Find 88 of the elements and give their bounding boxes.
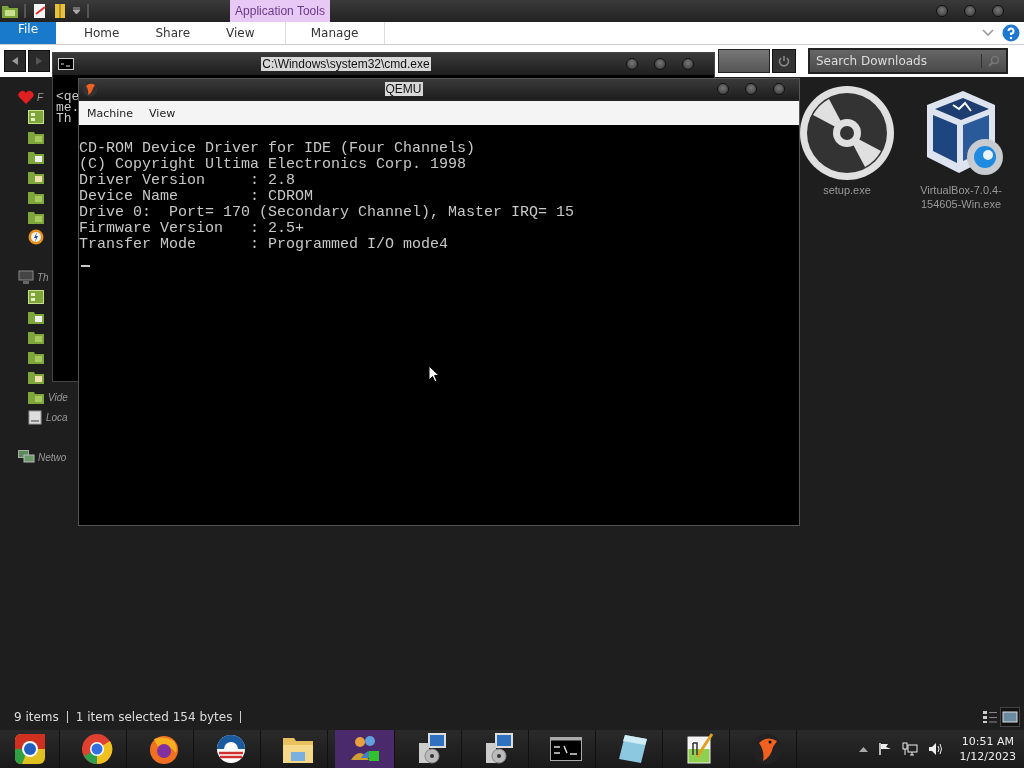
nav-item[interactable]: Netwo bbox=[38, 451, 67, 463]
back-button[interactable] bbox=[4, 50, 26, 72]
ribbon-tab[interactable]: Home bbox=[70, 22, 134, 44]
chevron-up-icon[interactable] bbox=[858, 746, 868, 752]
window-title: QEMU bbox=[384, 82, 423, 96]
folder-icon bbox=[28, 350, 44, 364]
document-icon[interactable] bbox=[32, 3, 48, 19]
desktop-icon bbox=[28, 290, 44, 304]
minimize-button[interactable] bbox=[626, 58, 638, 70]
nav-item[interactable]: Th bbox=[37, 271, 49, 283]
minimize-button[interactable] bbox=[936, 5, 948, 17]
arrow-left-icon bbox=[11, 57, 19, 65]
nav-item[interactable]: Loca bbox=[46, 411, 68, 423]
close-button[interactable] bbox=[992, 5, 1004, 17]
nav-item[interactable]: Vide bbox=[48, 391, 68, 403]
file-tab[interactable]: File bbox=[0, 22, 56, 44]
list-icon bbox=[982, 710, 998, 724]
status-text: 1 item selected 154 bytes bbox=[75, 710, 233, 724]
maximize-button[interactable] bbox=[964, 5, 976, 17]
network-icon bbox=[18, 450, 35, 464]
folder-icon bbox=[28, 390, 44, 404]
maximize-button[interactable] bbox=[745, 83, 757, 95]
address-field[interactable] bbox=[718, 49, 770, 73]
people-icon bbox=[348, 734, 381, 764]
drive-icon bbox=[28, 409, 42, 425]
folder-icon bbox=[28, 330, 44, 344]
console-line: (C) Copyright Ultima Electronics Corp. 1998 bbox=[79, 157, 468, 173]
bird-icon bbox=[82, 81, 98, 97]
folder-icon bbox=[28, 210, 44, 224]
speaker-icon[interactable] bbox=[927, 742, 944, 756]
refresh-button[interactable] bbox=[772, 49, 796, 73]
lightning-icon bbox=[28, 229, 44, 245]
window-title: C:\Windows\system32\cmd.exe bbox=[261, 57, 431, 71]
folder-icon bbox=[28, 190, 44, 204]
browser-icon bbox=[13, 733, 46, 765]
dropdown-icon[interactable] bbox=[72, 7, 81, 15]
installer-icon bbox=[483, 733, 514, 765]
heart-icon bbox=[18, 89, 34, 105]
search-field[interactable]: Search Downloads bbox=[808, 48, 1008, 74]
folder-icon bbox=[28, 130, 44, 144]
ribbon-tab[interactable]: Share bbox=[141, 22, 205, 44]
close-button[interactable] bbox=[682, 58, 694, 70]
folder-icon[interactable] bbox=[54, 3, 66, 19]
browser-icon bbox=[80, 733, 113, 765]
installer-icon bbox=[416, 733, 447, 765]
arrow-right-icon bbox=[35, 57, 43, 65]
status-text: 9 items bbox=[14, 710, 59, 724]
desktop-icon bbox=[28, 110, 44, 124]
refresh-icon bbox=[778, 55, 790, 67]
file-name[interactable]: setup.exe bbox=[823, 183, 871, 197]
terminal-icon bbox=[549, 737, 582, 761]
clock[interactable]: 10:51 AM 1/12/2023 bbox=[959, 734, 1016, 764]
console-line: Firmware Version : 2.5+ bbox=[79, 221, 306, 237]
monitor-icon bbox=[18, 269, 34, 285]
console-line: Driver Version : 2.8 bbox=[79, 173, 297, 189]
minimize-button[interactable] bbox=[717, 83, 729, 95]
image-icon bbox=[1002, 710, 1018, 724]
help-icon[interactable] bbox=[1002, 24, 1020, 42]
notepad-plus-icon bbox=[684, 733, 715, 765]
menu-item[interactable]: View bbox=[149, 106, 176, 120]
console-line: Device Name : CDROM bbox=[79, 189, 315, 205]
folder-icon bbox=[28, 150, 44, 164]
mouse-pointer-icon bbox=[428, 365, 440, 383]
striped-circle-icon bbox=[214, 733, 247, 765]
chevron-down-icon[interactable] bbox=[982, 29, 994, 37]
folder-icon bbox=[28, 370, 44, 384]
maximize-button[interactable] bbox=[654, 58, 666, 70]
nav-item[interactable]: F bbox=[37, 91, 44, 103]
console-line: Transfer Mode : Programmed I/O mode4 bbox=[79, 237, 450, 253]
console-line: CD-ROM Device Driver for IDE (Four Channels) bbox=[79, 141, 477, 157]
folder-icon bbox=[28, 170, 44, 184]
console-line: Drive 0: Port= 170 (Secondary Channel), Master IRQ= 15 bbox=[79, 205, 576, 221]
menu-item[interactable]: Machine bbox=[87, 106, 134, 120]
ribbon-tab[interactable]: View bbox=[212, 22, 269, 44]
fox-icon bbox=[147, 733, 180, 765]
contextual-tab-header: Application Tools bbox=[230, 0, 330, 22]
console-line: <qe bbox=[56, 91, 81, 102]
disc-icon[interactable] bbox=[799, 85, 895, 181]
thumbnail-view-button[interactable] bbox=[1000, 707, 1020, 727]
folder-icon bbox=[2, 4, 18, 18]
terminal-icon bbox=[58, 58, 74, 70]
flag-icon[interactable] bbox=[877, 742, 892, 756]
network-icon[interactable] bbox=[901, 742, 918, 756]
folder-icon bbox=[28, 310, 44, 324]
close-button[interactable] bbox=[773, 83, 785, 95]
notepad-icon bbox=[616, 733, 649, 765]
file-name[interactable]: VirtualBox-7.0.4-154605-Win.exe bbox=[908, 183, 1014, 211]
text-cursor bbox=[81, 265, 90, 267]
